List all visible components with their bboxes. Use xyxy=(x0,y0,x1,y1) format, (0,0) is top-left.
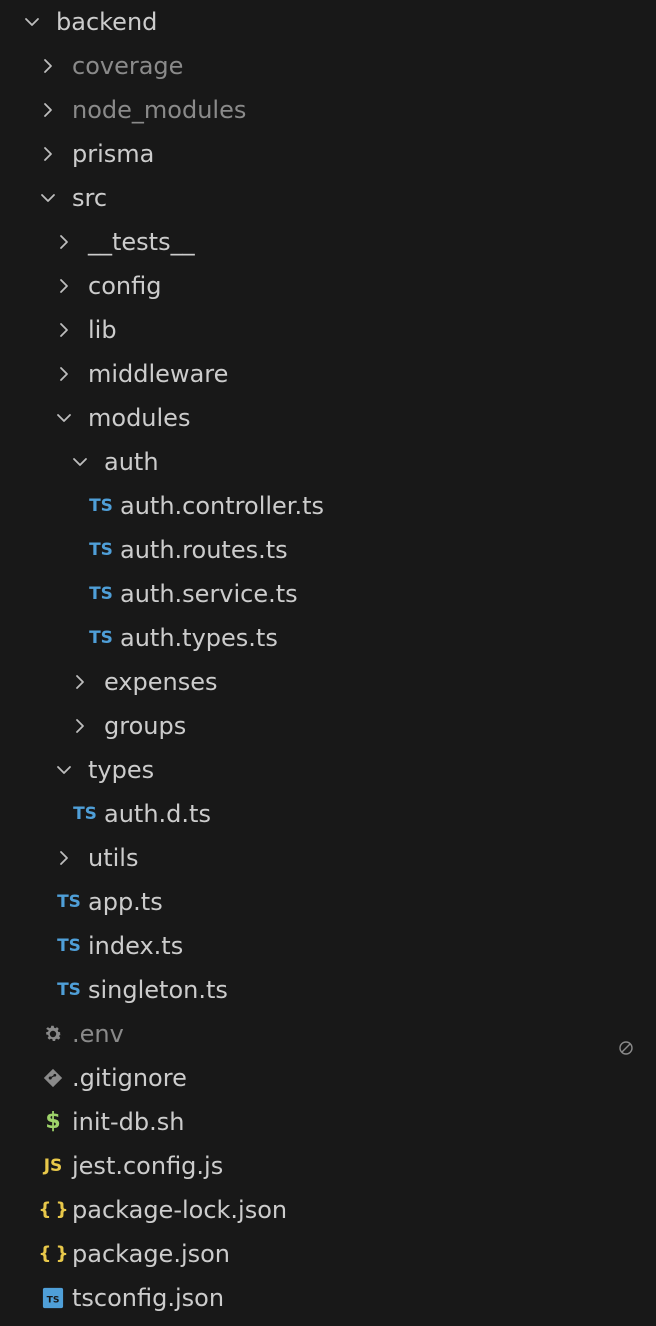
folder-utils[interactable]: utils xyxy=(0,836,656,880)
javascript-icon: JS xyxy=(43,1156,63,1176)
json-icon: { } xyxy=(38,1199,69,1220)
typescript-icon: TS xyxy=(89,496,113,516)
file-init-db-sh[interactable]: $ init-db.sh xyxy=(0,1100,656,1144)
chevron-right-icon[interactable] xyxy=(36,88,60,132)
file-gitignore[interactable]: .gitignore xyxy=(0,1056,656,1100)
chevron-right-icon[interactable] xyxy=(52,352,76,396)
file-label: init-db.sh xyxy=(72,1108,185,1136)
chevron-right-icon[interactable] xyxy=(52,220,76,264)
file-label: auth.service.ts xyxy=(120,580,298,608)
file-auth-routes-ts[interactable]: TS auth.routes.ts xyxy=(0,528,656,572)
typescript-icon: TS xyxy=(89,540,113,560)
folder-label: auth xyxy=(104,448,159,476)
ignored-icon xyxy=(618,1026,634,1055)
file-label: .gitignore xyxy=(72,1064,187,1092)
typescript-icon: TS xyxy=(57,980,81,1000)
typescript-icon: TS xyxy=(73,804,97,824)
file-label: singleton.ts xyxy=(88,976,228,1004)
typescript-icon: TS xyxy=(89,584,113,604)
file-auth-service-ts[interactable]: TS auth.service.ts xyxy=(0,572,656,616)
chevron-down-icon[interactable] xyxy=(20,0,44,44)
folder-node-modules[interactable]: node_modules xyxy=(0,88,656,132)
folder-label: lib xyxy=(88,316,117,344)
chevron-right-icon[interactable] xyxy=(52,264,76,308)
folder-expenses[interactable]: expenses xyxy=(0,660,656,704)
file-label: tsconfig.json xyxy=(72,1284,225,1312)
chevron-down-icon[interactable] xyxy=(52,748,76,792)
file-label: .env xyxy=(72,1020,124,1048)
folder-config[interactable]: config xyxy=(0,264,656,308)
file-singleton-ts[interactable]: TS singleton.ts xyxy=(0,968,656,1012)
chevron-down-icon[interactable] xyxy=(52,396,76,440)
typescript-icon: TS xyxy=(89,628,113,648)
svg-text:TS: TS xyxy=(47,1295,60,1306)
folder-label: node_modules xyxy=(72,96,247,124)
file-env[interactable]: .env xyxy=(0,1012,656,1056)
folder-coverage[interactable]: coverage xyxy=(0,44,656,88)
file-package-json[interactable]: { } package.json xyxy=(0,1232,656,1276)
file-label: auth.routes.ts xyxy=(120,536,288,564)
folder-label: types xyxy=(88,756,155,784)
chevron-right-icon[interactable] xyxy=(36,44,60,88)
file-auth-controller-ts[interactable]: TS auth.controller.ts xyxy=(0,484,656,528)
typescript-icon: TS xyxy=(57,892,81,912)
file-index-ts[interactable]: TS index.ts xyxy=(0,924,656,968)
chevron-right-icon[interactable] xyxy=(36,132,60,176)
file-label: package.json xyxy=(72,1240,231,1268)
chevron-right-icon[interactable] xyxy=(52,308,76,352)
folder-middleware[interactable]: middleware xyxy=(0,352,656,396)
file-label: package-lock.json xyxy=(72,1196,288,1224)
folder-types[interactable]: types xyxy=(0,748,656,792)
folder-groups[interactable]: groups xyxy=(0,704,656,748)
folder-label: config xyxy=(88,272,162,300)
file-label: auth.types.ts xyxy=(120,624,278,652)
folder-prisma[interactable]: prisma xyxy=(0,132,656,176)
typescript-icon: TS xyxy=(57,936,81,956)
chevron-right-icon[interactable] xyxy=(68,704,92,748)
folder-label: expenses xyxy=(104,668,218,696)
json-icon: { } xyxy=(38,1243,69,1264)
folder-lib[interactable]: lib xyxy=(0,308,656,352)
folder-label: __tests__ xyxy=(88,228,195,256)
file-app-ts[interactable]: TS app.ts xyxy=(0,880,656,924)
folder-label: groups xyxy=(104,712,187,740)
file-label: jest.config.js xyxy=(72,1152,224,1180)
chevron-down-icon[interactable] xyxy=(36,176,60,220)
folder-modules[interactable]: modules xyxy=(0,396,656,440)
git-icon xyxy=(38,1056,68,1100)
folder-backend[interactable]: backend xyxy=(0,0,656,44)
folder-label: utils xyxy=(88,844,139,872)
folder-label: src xyxy=(72,184,108,212)
folder-label: middleware xyxy=(88,360,229,388)
folder-label: modules xyxy=(88,404,191,432)
shell-icon: $ xyxy=(45,1109,61,1134)
folder-src[interactable]: src xyxy=(0,176,656,220)
file-label: auth.controller.ts xyxy=(120,492,324,520)
chevron-right-icon[interactable] xyxy=(52,836,76,880)
tsconfig-icon: TS xyxy=(38,1276,68,1320)
file-auth-types-ts[interactable]: TS auth.types.ts xyxy=(0,616,656,660)
chevron-right-icon[interactable] xyxy=(68,660,92,704)
file-jest-config-js[interactable]: JS jest.config.js xyxy=(0,1144,656,1188)
folder-label: prisma xyxy=(72,140,155,168)
chevron-down-icon[interactable] xyxy=(68,440,92,484)
file-explorer-tree: backend coverage node_modulesprisma src __te… xyxy=(0,0,656,1320)
folder-tests[interactable]: __tests__ xyxy=(0,220,656,264)
gear-icon xyxy=(38,1012,68,1056)
folder-label: backend xyxy=(56,8,158,36)
file-label: auth.d.ts xyxy=(104,800,211,828)
file-label: index.ts xyxy=(88,932,184,960)
file-package-lock-json[interactable]: { } package-lock.json xyxy=(0,1188,656,1232)
folder-label: coverage xyxy=(72,52,184,80)
file-auth-d-ts[interactable]: TS auth.d.ts xyxy=(0,792,656,836)
file-tsconfig-json[interactable]: TS tsconfig.json xyxy=(0,1276,656,1320)
file-label: app.ts xyxy=(88,888,163,916)
folder-auth[interactable]: auth xyxy=(0,440,656,484)
